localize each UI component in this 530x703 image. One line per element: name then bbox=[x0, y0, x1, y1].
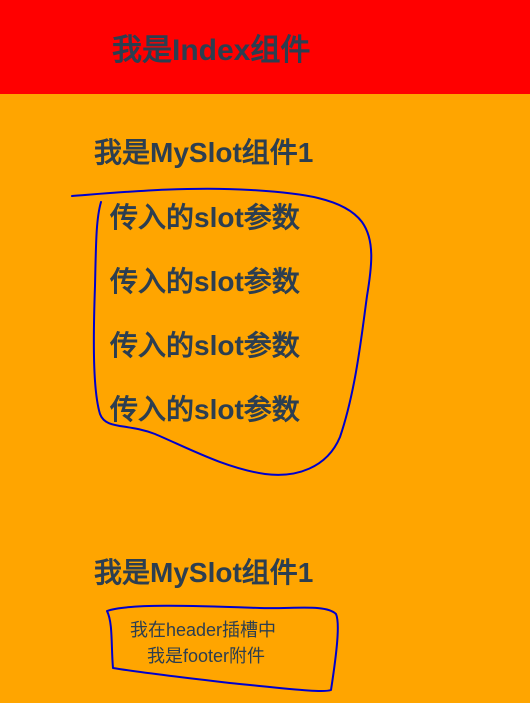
myslot-component-title-1: 我是MySlot组件1 bbox=[94, 137, 314, 168]
slot-param-item: 传入的slot参数 bbox=[110, 330, 300, 361]
main-content: 我是MySlot组件1 传入的slot参数 传入的slot参数 传入的slot参… bbox=[0, 94, 530, 703]
slot-param-item: 传入的slot参数 bbox=[110, 266, 300, 297]
index-header: 我是Index组件 bbox=[0, 0, 530, 94]
slot-param-item: 传入的slot参数 bbox=[110, 202, 300, 233]
myslot-component-title-2: 我是MySlot组件1 bbox=[94, 557, 314, 588]
index-component-title: 我是Index组件 bbox=[112, 34, 311, 67]
slot-param-item: 传入的slot参数 bbox=[110, 394, 300, 425]
header-slot-text: 我在header插槽中 bbox=[130, 620, 277, 640]
footer-slot-text: 我是footer附件 bbox=[147, 646, 266, 666]
